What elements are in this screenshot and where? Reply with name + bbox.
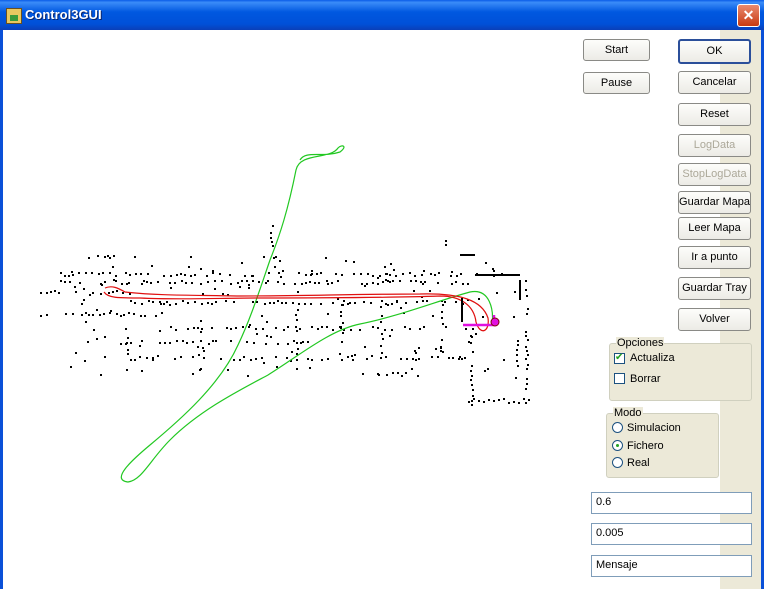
- value1-field[interactable]: 0.6: [591, 492, 752, 514]
- red-trajectory: [103, 286, 489, 332]
- reset-button[interactable]: Reset: [678, 103, 751, 126]
- actualiza-checkbox[interactable]: [614, 352, 625, 364]
- borrar-checkbox[interactable]: [614, 373, 625, 384]
- fichero-label[interactable]: Fichero: [627, 440, 664, 452]
- guardar-tray-button[interactable]: Guardar Tray: [678, 277, 751, 300]
- app-icon: [6, 8, 22, 24]
- cancelar-button[interactable]: Cancelar: [678, 71, 751, 94]
- value2-field[interactable]: 0.005: [591, 523, 752, 545]
- map-points: [40, 225, 530, 406]
- opciones-title: Opciones: [616, 337, 665, 349]
- logdata-button[interactable]: LogData: [678, 134, 751, 157]
- window-title: Control3GUI: [25, 7, 102, 22]
- actualiza-label[interactable]: Actualiza: [630, 352, 675, 364]
- simulacion-label[interactable]: Simulacion: [627, 422, 681, 434]
- black-wall-lines: [460, 254, 521, 322]
- start-button[interactable]: Start: [583, 39, 650, 61]
- fichero-radio[interactable]: [612, 440, 623, 451]
- borrar-label[interactable]: Borrar: [630, 373, 661, 385]
- ok-button[interactable]: OK: [678, 39, 751, 64]
- volver-button[interactable]: Volver: [678, 308, 751, 331]
- leer-mapa-button[interactable]: Leer Mapa: [678, 217, 751, 240]
- real-radio[interactable]: [612, 457, 623, 468]
- mensaje-field[interactable]: Mensaje: [591, 555, 752, 577]
- modo-title: Modo: [613, 407, 643, 419]
- title-bar: Control3GUI ✕: [0, 0, 764, 30]
- map-canvas[interactable]: [3, 30, 563, 589]
- stoplogdata-button[interactable]: StopLogData: [678, 163, 751, 186]
- simulacion-radio[interactable]: [612, 422, 623, 433]
- magenta-path: [463, 315, 496, 327]
- close-button[interactable]: ✕: [737, 4, 760, 27]
- real-label[interactable]: Real: [627, 457, 650, 469]
- green-trajectory: [120, 145, 494, 483]
- guardar-mapa-button[interactable]: Guardar Mapa: [678, 191, 751, 214]
- ir-a-punto-button[interactable]: Ir a punto: [678, 246, 751, 269]
- target-marker: [490, 317, 500, 327]
- pause-button[interactable]: Pause: [583, 72, 650, 94]
